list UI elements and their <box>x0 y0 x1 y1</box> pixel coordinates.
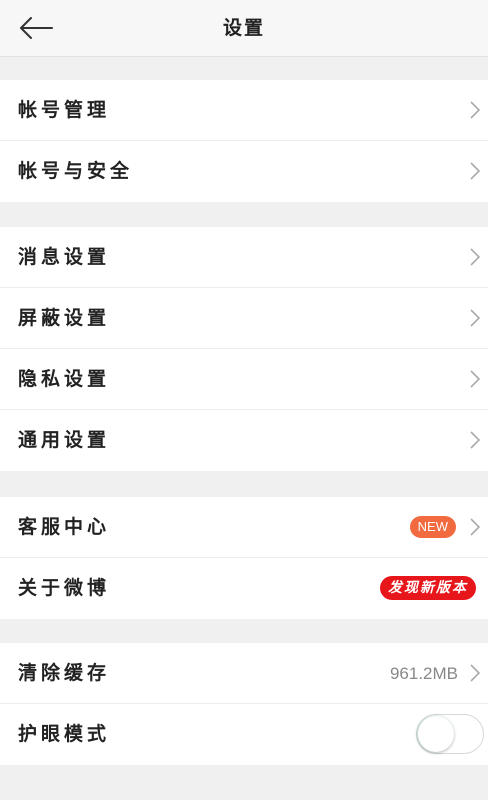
eye-protection-toggle[interactable] <box>416 714 484 754</box>
settings-item-account-management[interactable]: 帐号管理 <box>0 80 488 141</box>
chevron-right-icon <box>470 101 481 119</box>
arrow-left-icon <box>20 17 53 39</box>
chevron-right-icon <box>470 162 481 180</box>
new-version-badge: 发现新版本 <box>380 576 476 600</box>
chevron-right-icon <box>470 518 481 536</box>
top-bar: 设置 <box>0 0 488 57</box>
settings-item-label: 屏蔽设置 <box>18 307 111 329</box>
settings-item-customer-service[interactable]: 客服中心 NEW <box>0 497 488 558</box>
storage-display-group: 清除缓存 961.2MB 护眼模式 <box>0 643 488 765</box>
settings-item-block[interactable]: 屏蔽设置 <box>0 288 488 349</box>
settings-item-label: 帐号与安全 <box>18 160 134 182</box>
settings-item-label: 消息设置 <box>18 246 111 268</box>
back-button[interactable] <box>12 10 60 46</box>
settings-item-general[interactable]: 通用设置 <box>0 410 488 471</box>
toggle-knob <box>418 716 454 752</box>
settings-item-label: 通用设置 <box>18 429 111 451</box>
chevron-right-icon <box>470 309 481 327</box>
settings-item-label: 帐号管理 <box>18 99 111 121</box>
new-badge: NEW <box>409 516 456 538</box>
settings-item-label: 客服中心 <box>18 516 111 538</box>
settings-item-label: 关于微博 <box>18 577 111 599</box>
settings-item-label: 隐私设置 <box>18 368 111 390</box>
account-group: 帐号管理 帐号与安全 <box>0 80 488 202</box>
settings-item-message[interactable]: 消息设置 <box>0 227 488 288</box>
preferences-group: 消息设置 屏蔽设置 隐私设置 通用设置 <box>0 227 488 471</box>
settings-item-clear-cache[interactable]: 清除缓存 961.2MB <box>0 643 488 704</box>
settings-item-about-weibo[interactable]: 关于微博 发现新版本 <box>0 558 488 619</box>
settings-item-eye-protection: 护眼模式 <box>0 704 488 765</box>
settings-item-privacy[interactable]: 隐私设置 <box>0 349 488 410</box>
chevron-right-icon <box>470 664 481 682</box>
settings-item-label: 护眼模式 <box>18 723 111 745</box>
chevron-right-icon <box>470 370 481 388</box>
settings-item-account-security[interactable]: 帐号与安全 <box>0 141 488 202</box>
page-title: 设置 <box>222 17 265 39</box>
chevron-right-icon <box>470 431 481 449</box>
support-group: 客服中心 NEW 关于微博 发现新版本 <box>0 497 488 619</box>
cache-size-value: 961.2MB <box>389 664 458 683</box>
settings-item-label: 清除缓存 <box>18 662 111 684</box>
chevron-right-icon <box>470 248 481 266</box>
